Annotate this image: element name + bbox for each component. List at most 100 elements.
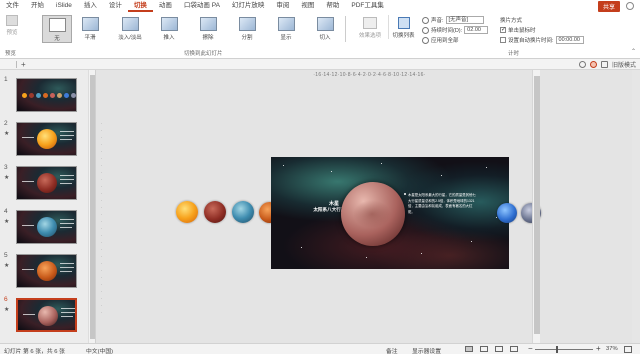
tab-slideshow[interactable]: 幻灯片放映 [226, 0, 271, 12]
display-settings-button[interactable]: 显示器设置 [412, 346, 441, 354]
slide-thumbnail-4[interactable]: 4 ★ [0, 208, 88, 248]
transition-cut-icon [316, 17, 334, 31]
transition-cut[interactable]: 切入 [310, 15, 340, 41]
auto-advance-checkbox[interactable] [500, 37, 506, 43]
notes-button[interactable]: 备注 [386, 346, 398, 354]
uranus-planet-image[interactable] [497, 203, 517, 223]
apply-all-button[interactable]: 应用到全部 [431, 36, 459, 44]
canvas-scrollbar[interactable] [532, 70, 540, 343]
tab-animations[interactable]: 动画 [153, 0, 178, 12]
on-click-checkbox[interactable] [500, 26, 506, 33]
slide-thumbnail-3[interactable]: 3 ★ [0, 164, 88, 204]
legacy-mode-button[interactable]: 旧版模式 [612, 60, 636, 69]
slide-thumbnail-6[interactable]: 6 ★ [0, 296, 88, 336]
tab-transitions[interactable]: 切换 [127, 0, 153, 12]
thumbnail-scrollbar-thumb[interactable] [90, 75, 95, 339]
zoom-slider[interactable] [535, 349, 593, 350]
mars-planet-image[interactable] [341, 182, 405, 246]
status-bar: 幻灯片 第 6 张，共 6 张 中文(中国) 备注 显示器设置 − + 37% [0, 343, 640, 354]
tab-home[interactable]: 开始 [25, 0, 50, 12]
transition-star-icon: ★ [4, 263, 10, 269]
tab-help[interactable]: 帮助 [320, 0, 345, 12]
slideshow-view-icon[interactable] [510, 346, 518, 352]
transition-none[interactable]: 无 [42, 15, 72, 43]
star [366, 257, 367, 258]
collapse-ribbon-icon[interactable]: ⌃ [631, 48, 636, 55]
reading-view-icon[interactable] [495, 346, 503, 352]
on-click-label: 单击鼠标时 [508, 28, 536, 34]
tab-pocket-animation[interactable]: 口袋动画 PA [178, 0, 226, 12]
auto-advance-input[interactable]: 00:00.00 [555, 36, 584, 44]
effect-options-icon [363, 17, 377, 29]
canvas-scrollbar-thumb[interactable] [534, 76, 540, 334]
switch-list-button[interactable]: 切换列表 [388, 15, 416, 39]
transition-wipe[interactable]: 擦除 [193, 15, 223, 41]
zoom-slider-knob[interactable] [556, 346, 558, 353]
tab-view[interactable]: 视图 [295, 0, 320, 12]
effect-options-button[interactable]: 效果选项 [356, 15, 384, 39]
slide-thumbnail-image [16, 298, 77, 332]
transition-reveal[interactable]: 显示 [271, 15, 301, 41]
transition-star-icon: ★ [4, 175, 10, 181]
transition-fade-icon [121, 17, 139, 31]
star [421, 253, 422, 254]
preview-icon [6, 15, 18, 26]
transitions-group-label: 切换到此幻灯片 [184, 51, 223, 57]
fit-to-window-icon[interactable] [624, 346, 632, 353]
zoom-percentage[interactable]: 37% [606, 346, 618, 352]
ribbon: 预览 预览 无 平滑 淡入/淡出 推入 擦除 分割 显示 切入 切换到此幻灯片 … [0, 12, 640, 59]
sound-select[interactable]: [无声音] [445, 16, 484, 24]
star [441, 175, 442, 176]
slide-thumbnail-2[interactable]: 2 ★ [0, 120, 88, 160]
slide-sorter-view-icon[interactable] [480, 346, 488, 352]
language-status[interactable]: 中文(中国) [86, 346, 113, 354]
settings-icon[interactable] [589, 61, 597, 68]
share-button[interactable]: 共享 [597, 0, 620, 12]
star [381, 163, 382, 164]
current-slide[interactable]: 木星 太阳系八大行星之一 木星是太阳系最大的行星，它的质量是其他七大行星质量总和… [271, 157, 509, 269]
transition-morph-icon [81, 17, 99, 31]
tab-islide[interactable]: iSlide [50, 0, 78, 12]
slide-thumbnail-image [16, 254, 77, 288]
sun-planet-image[interactable] [176, 201, 198, 223]
transition-morph[interactable]: 平滑 [75, 15, 105, 41]
transition-split[interactable]: 分割 [232, 15, 262, 41]
venus-planet-image[interactable] [232, 201, 254, 223]
normal-view-icon[interactable] [465, 346, 473, 352]
tab-review[interactable]: 审阅 [270, 0, 295, 12]
slide-thumbnail-1[interactable]: 1 [0, 76, 88, 116]
star [486, 167, 487, 168]
slide-body-text[interactable]: 木星是太阳系最大的行星，它的质量是其他七大行星质量总和的2.5倍，体积是地球的1… [408, 193, 476, 215]
mercury-planet-image[interactable] [204, 201, 226, 223]
menu-bar: 文件 开始 iSlide 插入 设计 切换 动画 口袋动画 PA 幻灯片放映 审… [0, 0, 640, 12]
tab-file[interactable]: 文件 [0, 0, 25, 12]
vertical-ruler: · · · · · · · · · · · · · · · · · · · · · · · · · · · · [100, 121, 103, 315]
preview-group-label: 预览 [5, 51, 17, 57]
tab-pdf-tools[interactable]: PDF工具集 [345, 0, 390, 12]
thumbnail-scrollbar[interactable] [88, 70, 95, 343]
slide-number: 3 [4, 164, 8, 171]
slide-thumbnail-5[interactable]: 5 ★ [0, 252, 88, 292]
toolbar-divider [16, 61, 17, 68]
add-button[interactable]: + [21, 59, 26, 70]
duration-icon [422, 26, 429, 34]
zoom-out-button[interactable]: − [528, 344, 533, 353]
duration-input[interactable]: 02.00 [464, 26, 489, 34]
slide-thumbnail-image [16, 210, 77, 244]
transition-wipe-label: 擦除 [202, 35, 214, 41]
tab-design[interactable]: 设计 [103, 0, 128, 12]
transition-fade[interactable]: 淡入/淡出 [112, 15, 148, 41]
feedback-smile-icon[interactable] [626, 2, 634, 10]
tab-insert[interactable]: 插入 [78, 0, 103, 12]
preview-button[interactable]: 预览 [3, 15, 21, 36]
search-icon[interactable] [578, 61, 586, 68]
transition-push[interactable]: 推入 [154, 15, 184, 41]
slide-number: 6 [4, 296, 8, 303]
transition-reveal-icon [277, 17, 295, 31]
toolbar-tools: 旧版模式 [578, 60, 636, 69]
transition-gallery-scroll[interactable] [345, 16, 351, 42]
apply-all-icon [422, 36, 429, 44]
transition-cut-label: 切入 [319, 35, 331, 41]
zoom-in-button[interactable]: + [596, 344, 601, 353]
advance-title: 换片方式 [500, 18, 523, 24]
